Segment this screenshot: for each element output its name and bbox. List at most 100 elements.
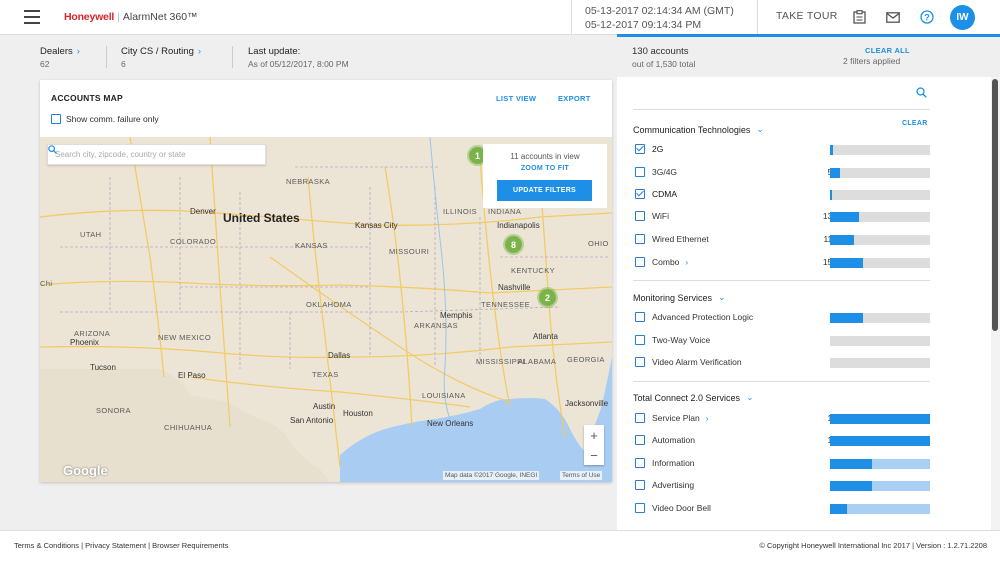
filter-row[interactable]: Advanced Protection Logic4	[635, 310, 935, 324]
report-icon[interactable]	[851, 9, 867, 25]
update-filters-button[interactable]: UPDATE FILTERS	[497, 180, 592, 201]
map-label-arkansas: ARKANSAS	[414, 321, 459, 330]
filter-bar-fill	[830, 258, 863, 268]
filter-bar	[830, 190, 930, 200]
map-city-austin: Austin	[313, 402, 336, 411]
filter-row[interactable]: CDMA9	[635, 187, 935, 201]
accounts-map[interactable]: NEBRASKA UTAH COLORADO KANSAS MISSOURI I…	[40, 137, 612, 482]
take-tour-button[interactable]: TAKE TOUR	[776, 10, 838, 22]
filter-row[interactable]: Combo›156	[635, 255, 935, 269]
filter-row[interactable]: 2G3	[635, 142, 935, 156]
mail-icon[interactable]	[885, 9, 901, 25]
accounts-in-view-panel: 11 accounts in view ZOOM TO FIT UPDATE F…	[483, 144, 607, 208]
brand-logo[interactable]: Honeywell | AlarmNet 360™	[64, 11, 198, 23]
map-cluster[interactable]: 2	[537, 287, 558, 308]
map-label-sonora: SONORA	[96, 406, 131, 415]
dealers-filter[interactable]: Dealers › 62	[40, 45, 80, 71]
filter-row[interactable]: Advertising5	[635, 478, 935, 492]
time-display: 05-13-2017 02:14:34 AM (GMT) 05-12-2017 …	[571, 0, 758, 35]
map-city-indianapolis: Indianapolis	[497, 221, 540, 230]
filter-bar	[830, 358, 930, 368]
zoom-in-button[interactable]: +	[584, 425, 604, 445]
avatar[interactable]: IW	[950, 5, 975, 30]
section-total-connect[interactable]: Total Connect 2.0 Services ⌄	[633, 392, 754, 403]
card-title: ACCOUNTS MAP	[51, 93, 123, 103]
filter-checkbox[interactable]	[635, 211, 645, 221]
city-routing-filter[interactable]: City CS / Routing › 6	[121, 45, 201, 71]
map-search-input[interactable]: Search city, zipcode, country or state	[47, 144, 266, 165]
section-monitoring[interactable]: Monitoring Services ⌄	[633, 292, 726, 303]
filter-checkbox[interactable]	[635, 357, 645, 367]
filter-bar	[830, 145, 930, 155]
filter-row[interactable]: Video Door Bell2	[635, 501, 935, 515]
help-icon[interactable]: ?	[919, 9, 935, 25]
filter-bar-fill	[830, 481, 872, 491]
filter-row[interactable]: Service Plan›12	[635, 411, 935, 425]
clear-all-button[interactable]: CLEAR ALL	[865, 46, 910, 55]
browser-requirements-link[interactable]: Browser Requirements	[152, 541, 228, 550]
privacy-link[interactable]: Privacy Statement	[85, 541, 146, 550]
clear-filters-button[interactable]: CLEAR	[902, 120, 928, 127]
zoom-out-button[interactable]: −	[584, 445, 604, 465]
filter-label: Combo	[652, 257, 680, 267]
filter-checkbox[interactable]	[635, 257, 645, 267]
filter-label: CDMA	[652, 189, 678, 199]
filter-checkbox[interactable]	[635, 458, 645, 468]
terms-link[interactable]: Terms & Conditions	[14, 541, 79, 550]
zoom-to-fit-button[interactable]: ZOOM TO FIT	[483, 165, 607, 172]
filters-panel: CLEAR Communication Technologies ⌄ 2G3 3G/…	[617, 77, 991, 530]
filter-checkbox[interactable]	[635, 503, 645, 513]
scrollbar-thumb[interactable]	[992, 79, 998, 331]
comm-failure-checkbox[interactable]	[51, 114, 61, 124]
filter-bar	[830, 235, 930, 245]
chevron-right-icon[interactable]: ›	[706, 413, 709, 423]
filter-label: Video Door Bell	[652, 503, 711, 513]
map-label-chihuahua: CHIHUAHUA	[164, 423, 213, 432]
filter-row[interactable]: WiFi137	[635, 209, 935, 223]
map-label-alabama: ALABAMA	[518, 357, 557, 366]
filter-row[interactable]: Video Alarm Verification0	[635, 355, 935, 369]
filter-label: Automation	[652, 435, 695, 445]
filter-checkbox[interactable]	[635, 144, 645, 154]
map-city-jacksonville: Jacksonville	[565, 399, 609, 408]
comm-failure-toggle[interactable]: Show comm. failure only	[51, 114, 159, 124]
filter-row[interactable]: Two-Way Voice0	[635, 333, 935, 347]
export-button[interactable]: EXPORT	[558, 94, 591, 103]
filter-row[interactable]: Wired Ethernet115	[635, 232, 935, 246]
filter-row[interactable]: Automation12	[635, 433, 935, 447]
map-city-atlanta: Atlanta	[533, 332, 558, 341]
filter-checkbox[interactable]	[635, 189, 645, 199]
accounts-map-card: ACCOUNTS MAP LIST VIEW EXPORT Show comm.…	[40, 80, 612, 482]
map-city-denver: Denver	[190, 207, 216, 216]
google-logo: Google	[63, 463, 108, 478]
map-label-new-mexico: NEW MEXICO	[158, 333, 212, 342]
chevron-right-icon[interactable]: ›	[685, 257, 688, 267]
last-update-label: Last update:	[248, 46, 301, 57]
filter-checkbox[interactable]	[635, 335, 645, 345]
map-cluster[interactable]: 8	[503, 234, 524, 255]
filter-checkbox[interactable]	[635, 234, 645, 244]
filter-checkbox[interactable]	[635, 413, 645, 423]
menu-icon[interactable]	[24, 10, 40, 24]
search-icon[interactable]	[916, 87, 927, 98]
map-label-tennessee: TENNESSEE	[481, 300, 531, 309]
filter-bar	[830, 414, 930, 424]
map-data-attribution: Map data ©2017 Google, INEGI	[443, 471, 540, 480]
filter-checkbox[interactable]	[635, 312, 645, 322]
filter-checkbox[interactable]	[635, 435, 645, 445]
scrollbar[interactable]	[991, 77, 1000, 530]
map-label-arizona: ARIZONA	[74, 329, 111, 338]
zoom-control: + −	[584, 425, 604, 465]
filter-bar-fill	[830, 168, 840, 178]
filter-checkbox[interactable]	[635, 480, 645, 490]
map-label-kentucky: KENTUCKY	[511, 266, 556, 275]
filter-bar	[830, 504, 930, 514]
filter-checkbox[interactable]	[635, 167, 645, 177]
section-title: Total Connect 2.0 Services	[633, 392, 741, 403]
section-comm-tech[interactable]: Communication Technologies ⌄	[633, 124, 764, 135]
filter-row[interactable]: 3G/4G51	[635, 165, 935, 179]
list-view-button[interactable]: LIST VIEW	[496, 94, 536, 103]
filter-bar-fill	[830, 235, 854, 245]
filter-row[interactable]: Information5	[635, 456, 935, 470]
terms-of-use-link[interactable]: Terms of Use	[560, 471, 603, 480]
